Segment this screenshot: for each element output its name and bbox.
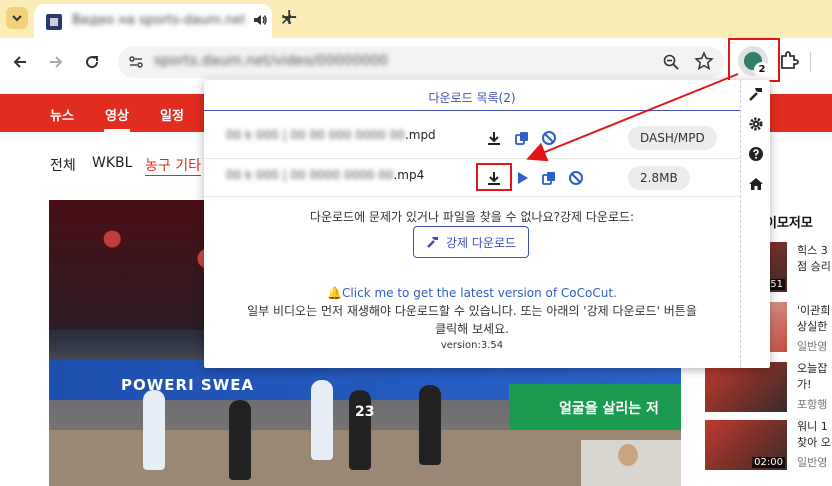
- play-first-note: 일부 비디오는 먼저 재생해야 다운로드할 수 있습니다. 또는 아래의 '강제…: [247, 304, 697, 336]
- file-name-hidden: 00 k 000 | 00 00 000 0000 00: [226, 128, 405, 142]
- sidebar-item-meta: 일반영: [797, 340, 828, 353]
- file-size-badge: 2.8MB: [628, 166, 690, 190]
- zoom-icon[interactable]: [662, 53, 680, 71]
- sidebar-title: 이모저모: [765, 216, 813, 231]
- video-board-text: POWERI SWEA: [121, 376, 255, 394]
- video-player-figure: [311, 380, 333, 460]
- duration-label: 51: [768, 279, 785, 290]
- sidebar-thumbnail[interactable]: 02:00: [705, 420, 787, 470]
- new-tab-button[interactable]: +: [280, 6, 298, 30]
- popup-title-divider: [204, 110, 740, 111]
- sidebar-item-title[interactable]: 가!: [797, 377, 812, 393]
- popup-title: 다운로드 목록(2): [428, 91, 516, 105]
- sidebar-item-meta: 일반영: [797, 456, 828, 469]
- block-icon[interactable]: [568, 170, 584, 186]
- subtab-all[interactable]: 전체: [50, 155, 76, 175]
- nav-item-video[interactable]: 영상: [105, 105, 129, 124]
- file-row: 00 k 000 | 00 0000 0000 00.mp4 2.8MB: [204, 160, 740, 196]
- file-name: 00 k 000 | 00 0000 0000 00.mp4: [226, 168, 424, 182]
- sidebar-item-meta: 포항행: [797, 398, 828, 411]
- copy-icon[interactable]: [541, 170, 557, 186]
- video-green-board-text: 얼굴을 살리는 저: [559, 401, 659, 417]
- file-extension: .mpd: [404, 128, 436, 142]
- subtab-basketball-etc[interactable]: 농구 기타: [145, 155, 201, 176]
- video-player-figure: [349, 390, 371, 470]
- sidebar-item-title[interactable]: 상실한: [797, 319, 827, 335]
- file-type-badge: DASH/MPD: [628, 126, 717, 150]
- hammer-icon[interactable]: [748, 86, 764, 102]
- tab-title: Видео на sports-daum.net: [72, 13, 244, 28]
- video-player-figure: [143, 390, 165, 470]
- cococut-popup: 다운로드 목록(2) 00 k 000 | 00 00 000 0000 00.…: [204, 80, 770, 368]
- gear-icon[interactable]: [748, 116, 764, 132]
- subtab-wkbl[interactable]: WKBL: [92, 155, 132, 171]
- video-sign-interpreter-head: [618, 444, 638, 466]
- latest-version-link[interactable]: 🔔Click me to get the latest version of C…: [204, 286, 740, 300]
- sidebar-item-title[interactable]: '이관희: [797, 303, 830, 319]
- sidebar-item-title[interactable]: 점 승리: [797, 259, 831, 275]
- home-icon[interactable]: [748, 176, 764, 192]
- nav-active-indicator: [104, 129, 130, 132]
- url-text: sports.daum.net/video/00000000: [154, 53, 389, 69]
- forward-icon[interactable]: [44, 50, 68, 74]
- tab-search-dropdown-icon[interactable]: [6, 7, 28, 29]
- address-bar[interactable]: sports.daum.net/video/00000000: [118, 46, 724, 78]
- hammer-icon: [427, 237, 438, 248]
- version-label: version:3.54: [440, 340, 504, 351]
- sidebar-item-title[interactable]: 워니 1: [797, 419, 828, 435]
- video-player-figure: [229, 400, 251, 480]
- file-extension: .mp4: [393, 168, 425, 182]
- file-row: 00 k 000 | 00 00 000 0000 00.mpd DASH/MP…: [204, 120, 740, 156]
- video-jersey-number: 23: [355, 404, 375, 420]
- sidebar-item-title[interactable]: 찾아 오: [797, 435, 831, 451]
- site-info-icon[interactable]: [126, 52, 146, 72]
- back-icon[interactable]: [8, 50, 32, 74]
- download-icon[interactable]: [486, 130, 502, 146]
- force-download-help: 다운로드에 문제가 있거나 파일을 찾을 수 없나요?강제 다운로드:: [309, 210, 635, 224]
- play-icon[interactable]: [514, 170, 530, 186]
- row-divider: [204, 158, 740, 159]
- help-icon[interactable]: [748, 146, 764, 162]
- video-player-figure: [419, 385, 441, 465]
- annotation-box-download: [476, 163, 512, 191]
- speaker-icon[interactable]: [252, 12, 268, 28]
- sidebar-thumbnail[interactable]: [705, 362, 787, 412]
- bookmark-star-icon[interactable]: [694, 51, 714, 71]
- sidebar-item-title[interactable]: 힉스 3: [797, 243, 828, 259]
- browser-tab[interactable]: Видео на sports-daum.net ✕: [34, 4, 293, 38]
- copy-icon[interactable]: [514, 130, 530, 146]
- annotation-box-extension: [728, 38, 780, 82]
- nav-item-news[interactable]: 뉴스: [50, 105, 74, 124]
- extensions-puzzle-icon[interactable]: [777, 49, 801, 73]
- tab-favicon-icon: [46, 14, 62, 30]
- file-name: 00 k 000 | 00 00 000 0000 00.mpd: [226, 128, 436, 142]
- tab-strip: Видео на sports-daum.net ✕ +: [0, 0, 832, 38]
- nav-item-schedule[interactable]: 일정: [160, 105, 184, 124]
- force-download-button[interactable]: 강제 다운로드: [413, 226, 529, 258]
- browser-toolbar: sports.daum.net/video/00000000 2: [0, 38, 832, 86]
- toolbar-separator: [810, 52, 811, 72]
- block-icon[interactable]: [541, 130, 557, 146]
- row-divider: [204, 196, 740, 197]
- popup-side-toolbar: [740, 80, 770, 368]
- sidebar-item-title[interactable]: 오늘잡: [797, 361, 827, 377]
- reload-icon[interactable]: [80, 50, 104, 74]
- file-name-hidden: 00 k 000 | 00 0000 0000 00: [226, 168, 394, 182]
- duration-label: 02:00: [752, 457, 785, 468]
- force-download-label: 강제 다운로드: [445, 235, 517, 250]
